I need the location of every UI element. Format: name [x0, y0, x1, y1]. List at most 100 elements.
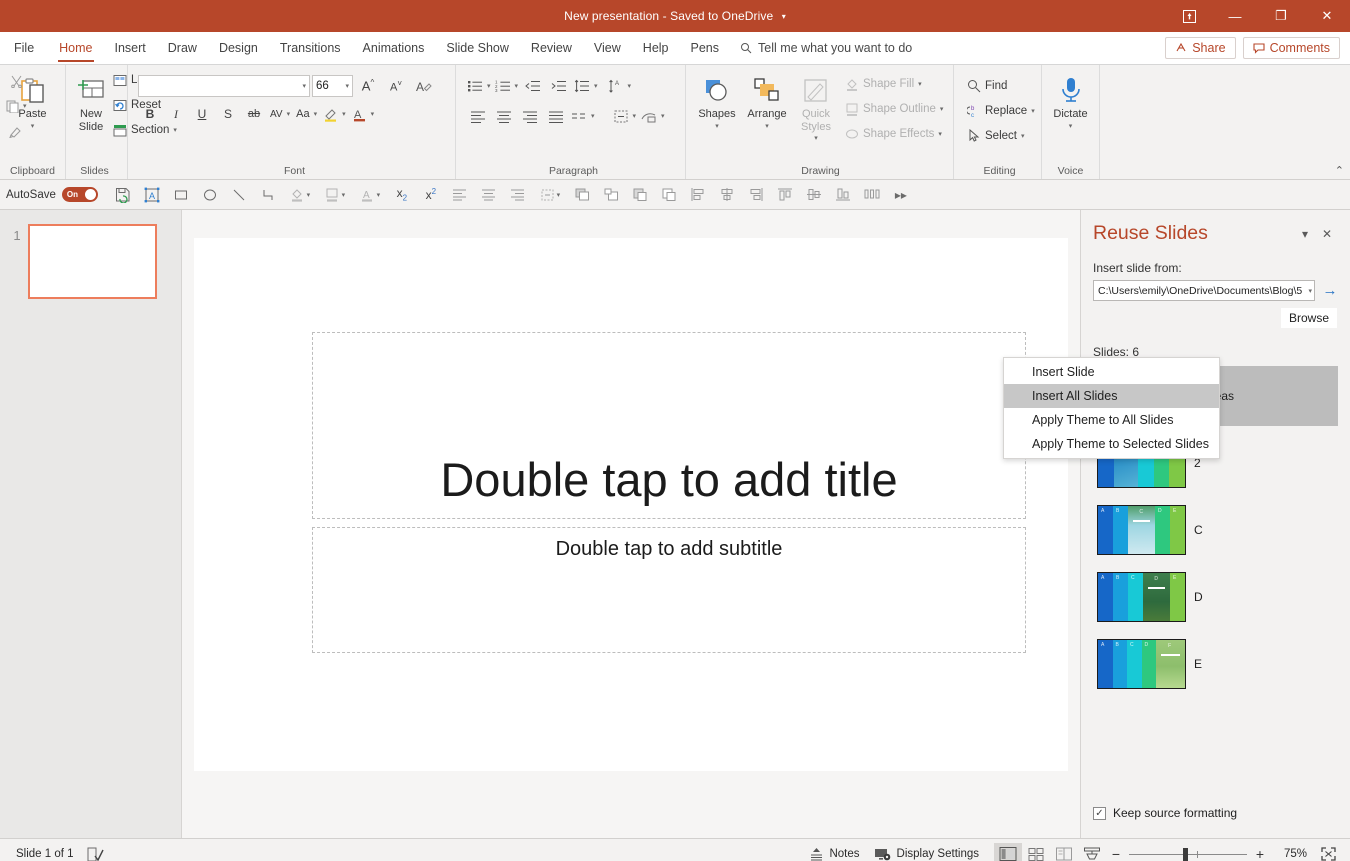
font-color-qat-button[interactable]: A ▾ — [353, 182, 387, 208]
slide-thumbnail-item[interactable]: 1 — [0, 224, 181, 299]
collapse-ribbon-button[interactable]: ⌃ — [1335, 164, 1344, 177]
bring-to-front-button[interactable] — [626, 182, 654, 208]
share-button[interactable]: Share — [1165, 37, 1236, 59]
character-spacing-dropdown-icon[interactable]: ▾ — [287, 110, 291, 118]
select-button[interactable]: Select ▾ — [962, 124, 1040, 148]
text-direction-button[interactable]: A ▾ — [607, 74, 633, 98]
slide-sorter-view-button[interactable] — [1022, 843, 1050, 861]
reuse-slide-item[interactable]: A B C D F E — [1093, 634, 1338, 694]
convert-to-smartart-button[interactable]: ▾ — [639, 104, 666, 128]
copy-dropdown-icon[interactable]: ▾ — [23, 102, 27, 110]
insert-slide-path-input[interactable]: C:\Users\emily\OneDrive\Documents\Blog\5… — [1093, 280, 1315, 301]
distribute-horizontally-button[interactable] — [858, 182, 886, 208]
keep-source-formatting-checkbox[interactable]: ✓ — [1093, 806, 1106, 820]
subscript-button[interactable]: x2 — [388, 182, 416, 208]
align-objects-right-button[interactable] — [742, 182, 770, 208]
bullets-button[interactable]: ▾ — [466, 74, 492, 98]
comments-button[interactable]: Comments — [1242, 37, 1340, 59]
select-dropdown-icon[interactable]: ▾ — [1021, 132, 1025, 140]
align-right-qat-button[interactable] — [504, 182, 532, 208]
align-left-qat-button[interactable] — [446, 182, 474, 208]
decrease-indent-button[interactable] — [521, 74, 545, 98]
italic-button[interactable]: I — [164, 102, 188, 126]
save-button[interactable] — [109, 182, 137, 208]
decrease-font-size-button[interactable]: A˅ — [383, 74, 409, 98]
font-size-dropdown-icon[interactable]: ▾ — [345, 82, 349, 90]
context-menu-item-apply-theme-selected[interactable]: Apply Theme to Selected Slides — [1004, 432, 1219, 456]
context-menu-item-insert-all-slides[interactable]: Insert All Slides — [1004, 384, 1219, 408]
columns-dropdown-icon[interactable]: ▾ — [591, 112, 595, 120]
zoom-in-button[interactable]: + — [1254, 846, 1266, 861]
text-box-button[interactable]: A — [138, 182, 166, 208]
zoom-slider[interactable] — [1129, 847, 1247, 861]
superscript-button[interactable]: x2 — [417, 182, 445, 208]
maximize-icon[interactable]: ❐ — [1258, 0, 1304, 32]
tab-slide-show[interactable]: Slide Show — [435, 32, 520, 64]
tab-insert[interactable]: Insert — [104, 32, 157, 64]
smartart-dropdown-icon[interactable]: ▾ — [661, 112, 665, 120]
slide-canvas[interactable]: Double tap to add title Double tap to ad… — [194, 238, 1068, 771]
quick-styles-dropdown-icon[interactable]: ▾ — [814, 133, 818, 146]
new-slide-button[interactable]: New Slide — [74, 70, 108, 137]
cut-button[interactable] — [4, 69, 28, 93]
shapes-dropdown-icon[interactable]: ▾ — [715, 121, 719, 134]
quick-styles-button[interactable]: Quick Styles ▾ — [792, 70, 840, 150]
increase-indent-button[interactable] — [547, 74, 571, 98]
arrange-dropdown-icon[interactable]: ▾ — [765, 121, 769, 134]
zoom-percentage[interactable]: 75% — [1273, 848, 1307, 860]
find-button[interactable]: Find — [962, 74, 1040, 98]
bring-forward-button[interactable] — [568, 182, 596, 208]
align-left-button[interactable] — [466, 104, 490, 128]
reuse-slide-item[interactable]: A B C D E D — [1093, 567, 1338, 627]
tab-file[interactable]: File — [0, 32, 48, 64]
shape-effects-dropdown-icon[interactable]: ▾ — [938, 130, 942, 138]
font-color-dropdown-icon[interactable]: ▾ — [371, 110, 375, 118]
send-backward-button[interactable] — [597, 182, 625, 208]
shape-outline-qat-button[interactable]: ▾ — [318, 182, 352, 208]
numbering-button[interactable]: 123 ▾ — [494, 74, 520, 98]
title-dropdown-icon[interactable]: ▾ — [782, 12, 786, 21]
zoom-slider-handle[interactable] — [1183, 847, 1188, 861]
tab-review[interactable]: Review — [520, 32, 583, 64]
oval-shape-button[interactable] — [196, 182, 224, 208]
change-case-dropdown-icon[interactable]: ▾ — [314, 110, 318, 118]
text-highlight-button[interactable]: ▾ — [321, 102, 348, 126]
underline-button[interactable]: U — [190, 102, 214, 126]
align-objects-center-button[interactable] — [713, 182, 741, 208]
shape-fill-dropdown-icon[interactable]: ▾ — [918, 80, 922, 88]
fit-slide-to-window-button[interactable] — [1314, 843, 1342, 861]
close-icon[interactable]: ✕ — [1304, 0, 1350, 32]
align-objects-top-button[interactable] — [771, 182, 799, 208]
line-spacing-button[interactable]: ▾ — [573, 74, 599, 98]
bold-button[interactable]: B — [138, 102, 162, 126]
subtitle-placeholder[interactable]: Double tap to add subtitle — [312, 527, 1026, 653]
shape-outline-button[interactable]: Shape Outline ▾ — [840, 97, 948, 121]
notes-button[interactable]: Notes — [802, 844, 866, 861]
character-spacing-button[interactable]: AV ▾ — [268, 102, 292, 126]
clear-formatting-button[interactable]: A — [411, 74, 437, 98]
columns-button[interactable]: ▾ — [570, 104, 596, 128]
reuse-slide-thumbnail[interactable]: A B C D F — [1097, 639, 1186, 689]
dictate-button[interactable]: Dictate ▾ — [1046, 70, 1095, 137]
tab-view[interactable]: View — [583, 32, 632, 64]
align-objects-left-button[interactable] — [684, 182, 712, 208]
go-arrow-icon[interactable]: → — [1322, 282, 1338, 299]
zoom-out-button[interactable]: − — [1110, 846, 1122, 861]
qat-overflow-button[interactable]: ▸▸ — [887, 182, 915, 208]
normal-view-button[interactable] — [994, 842, 1022, 861]
dictate-dropdown-icon[interactable]: ▾ — [1069, 121, 1073, 134]
context-menu-item-apply-theme-all[interactable]: Apply Theme to All Slides — [1004, 408, 1219, 432]
text-shadow-button[interactable]: S — [216, 102, 240, 126]
justify-button[interactable] — [544, 104, 568, 128]
autosave-toggle[interactable]: On — [61, 187, 98, 202]
copy-button[interactable]: ▾ — [4, 94, 62, 118]
shape-effects-button[interactable]: Shape Effects ▾ — [840, 122, 948, 146]
tell-me-search[interactable]: Tell me what you want to do — [730, 32, 922, 64]
reuse-slide-thumbnail[interactable]: A B C D E — [1097, 505, 1186, 555]
shape-fill-button[interactable]: Shape Fill ▾ — [840, 72, 948, 96]
arrange-button[interactable]: Arrange ▾ — [742, 70, 792, 137]
context-menu-item-insert-slide[interactable]: Insert Slide — [1004, 360, 1219, 384]
reading-view-button[interactable] — [1050, 843, 1078, 861]
pane-close-icon[interactable]: ✕ — [1316, 223, 1338, 245]
slide-show-view-button[interactable] — [1078, 843, 1106, 861]
